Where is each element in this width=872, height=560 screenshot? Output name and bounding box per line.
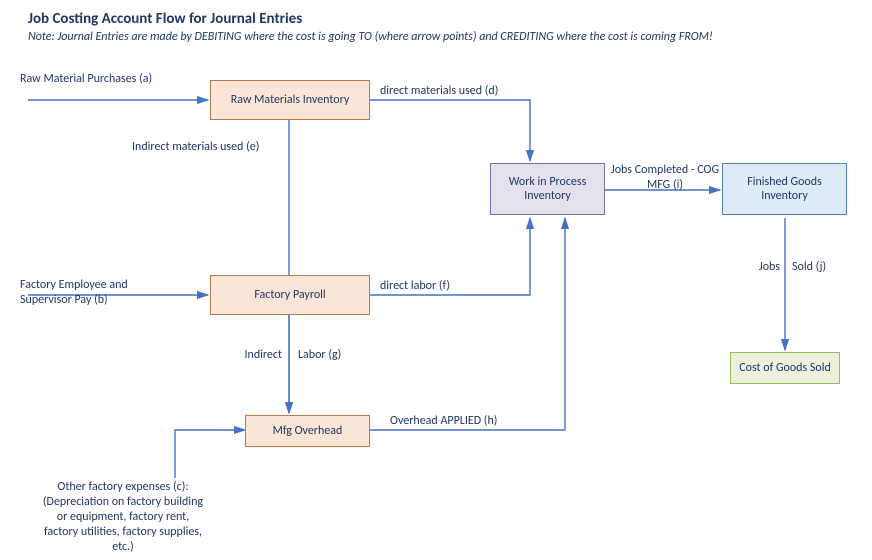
label-c-line5: etc.) xyxy=(112,540,134,554)
arrow-d xyxy=(370,100,530,161)
label-c-line1: Other factory expenses (c): xyxy=(57,480,188,494)
label-i-line1: Jobs Completed - COG xyxy=(611,163,719,177)
label-b: Factory Employee and Supervisor Pay (b) xyxy=(20,278,200,308)
box-mfg-overhead: Mfg Overhead xyxy=(245,415,370,447)
label-e: Indirect materials used (e) xyxy=(132,140,302,155)
box-raw-materials: Raw Materials Inventory xyxy=(210,80,370,120)
label-c: Other factory expenses (c): (Depreciatio… xyxy=(18,480,228,555)
label-b-line2: Supervisor Pay (b) xyxy=(20,293,108,307)
label-h: Overhead APPLIED (h) xyxy=(390,414,570,429)
label-b-line1: Factory Employee and xyxy=(20,278,128,292)
diagram-canvas: Job Costing Account Flow for Journal Ent… xyxy=(0,0,872,560)
label-a: Raw Material Purchases (a) xyxy=(20,72,200,87)
label-i: Jobs Completed - COG MFG (i) xyxy=(605,163,725,193)
label-j-right: Sold (j) xyxy=(792,260,847,275)
label-d: direct materials used (d) xyxy=(380,84,540,99)
box-factory-payroll: Factory Payroll xyxy=(210,275,370,315)
label-j-left: Jobs xyxy=(748,260,780,275)
arrow-h xyxy=(370,218,565,430)
label-g-left: Indirect xyxy=(230,348,282,363)
box-wip: Work in Process Inventory xyxy=(490,163,605,215)
box-finished-goods: Finished Goods Inventory xyxy=(722,163,847,215)
label-i-line2: MFG (i) xyxy=(647,178,683,192)
label-f: direct labor (f) xyxy=(380,279,540,294)
label-c-line3: or equipment, factory rent, xyxy=(57,510,189,524)
box-cogs: Cost of Goods Sold xyxy=(730,352,840,384)
arrow-c xyxy=(175,430,245,478)
label-c-line4: factory utilities, factory supplies, xyxy=(44,525,202,539)
label-g-right: Labor (g) xyxy=(298,348,368,363)
label-c-line2: (Depreciation on factory building xyxy=(43,495,203,509)
